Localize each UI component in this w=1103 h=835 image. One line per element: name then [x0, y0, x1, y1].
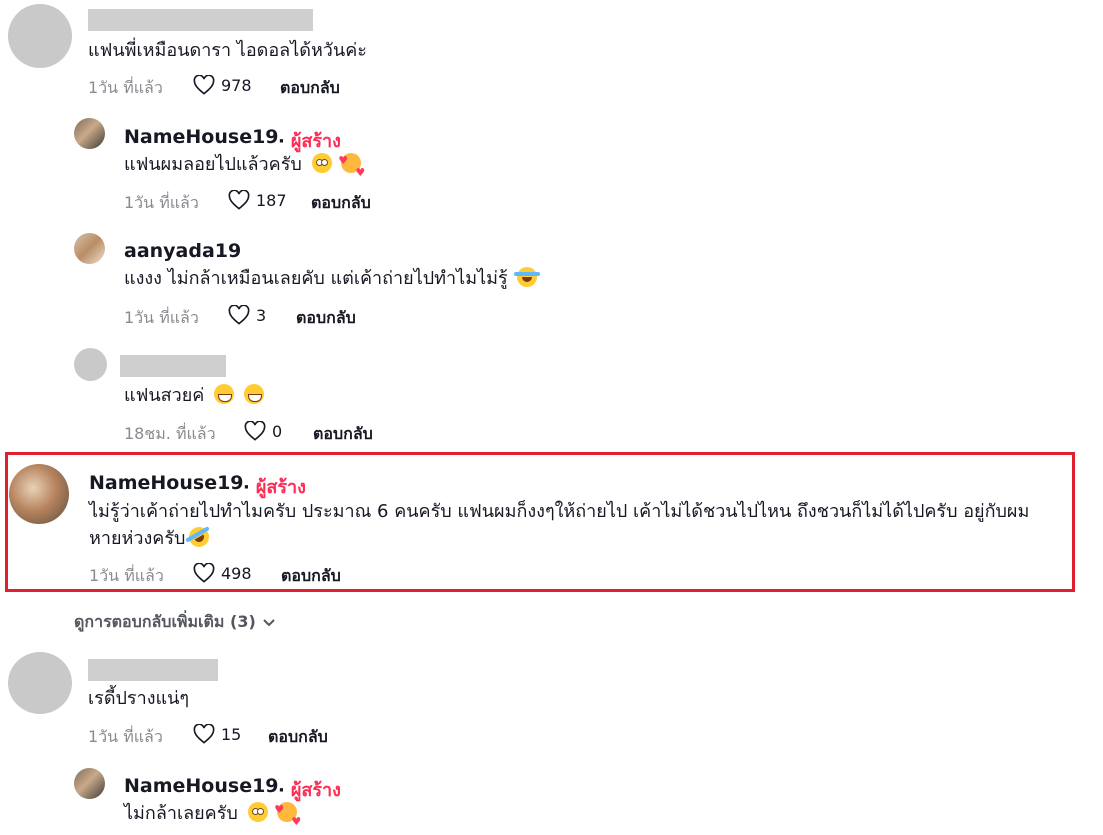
avatar[interactable]	[74, 118, 105, 149]
rolling-on-floor-laughing-emoji	[185, 523, 214, 551]
reply-button[interactable]: ตอบกลับ	[311, 191, 371, 216]
smiling-face-with-hearts-emoji	[338, 147, 365, 186]
like-button[interactable]: 187	[228, 190, 287, 210]
smiling-face-with-hearts-emoji	[274, 796, 301, 835]
heart-icon	[244, 421, 266, 441]
heart-icon	[193, 75, 215, 95]
like-count: 498	[221, 563, 252, 583]
heart-icon	[193, 563, 215, 583]
comment-time: 1วัน ที่แล้ว	[88, 727, 163, 746]
like-button[interactable]: 15	[193, 724, 241, 744]
redacted-username	[120, 355, 226, 377]
flushed-face-emoji	[247, 802, 268, 822]
like-count: 187	[256, 190, 287, 210]
username[interactable]: aanyada19	[124, 240, 241, 262]
avatar[interactable]	[8, 4, 72, 68]
face-with-tears-of-joy-emoji	[514, 267, 541, 287]
username[interactable]: NameHouse19	[89, 472, 244, 494]
username[interactable]: NameHouse19	[124, 126, 279, 148]
username[interactable]: NameHouse19	[124, 775, 279, 797]
like-button[interactable]: 3	[228, 305, 266, 325]
comment-time: 1วัน ที่แล้ว	[124, 193, 199, 212]
like-count: 0	[272, 421, 283, 441]
comment-time: 1วัน ที่แล้ว	[88, 78, 163, 97]
like-count: 978	[221, 75, 252, 95]
grinning-face-emoji	[214, 384, 235, 404]
heart-icon	[228, 305, 250, 325]
flushed-face-emoji	[311, 153, 332, 173]
like-count: 15	[221, 724, 242, 744]
avatar[interactable]	[74, 233, 105, 264]
avatar[interactable]	[9, 464, 69, 524]
grinning-face-emoji	[243, 384, 264, 404]
reply-button[interactable]: ตอบกลับ	[268, 725, 328, 750]
comment-text: ไม่รู้ว่าเค้าถ่ายไปทำไมครับ ประมาณ 6 คนค…	[89, 501, 1030, 551]
heart-icon	[193, 724, 215, 744]
chevron-down-icon	[263, 618, 275, 626]
comment-text: แฟนพี่เหมือนดารา ไอดอลได้หวันค่ะ	[88, 40, 367, 61]
like-button[interactable]: 0	[244, 421, 282, 441]
comment-time: 1วัน ที่แล้ว	[89, 566, 164, 585]
like-button[interactable]: 498	[193, 563, 252, 583]
like-button[interactable]: 978	[193, 75, 252, 95]
comment-text: แงงง ไม่กล้าเหมือนเลยคับ แต่เค้าถ่ายไปทำ…	[124, 265, 541, 292]
like-count: 3	[256, 305, 267, 325]
avatar[interactable]	[74, 768, 105, 799]
comment-text: แฟนสวยค่	[124, 382, 264, 409]
heart-icon	[228, 190, 250, 210]
comment-text: ไม่กล้าเลยครับ	[124, 796, 301, 835]
view-more-replies-button[interactable]: ดูการตอบกลับเพิ่มเติม (3)	[74, 610, 276, 635]
reply-button[interactable]: ตอบกลับ	[281, 564, 341, 589]
redacted-username	[88, 9, 313, 31]
comment-text: แฟนผมลอยไปแล้วครับ	[124, 147, 365, 186]
creator-badge: · ผู้สร้าง	[243, 477, 306, 498]
avatar[interactable]	[8, 652, 72, 714]
comment-time: 18ชม. ที่แล้ว	[124, 424, 216, 443]
comment-text: เรดี้ปรางแน่ๆ	[88, 688, 190, 709]
comment-time: 1วัน ที่แล้ว	[124, 308, 199, 327]
avatar[interactable]	[74, 348, 107, 381]
reply-button[interactable]: ตอบกลับ	[280, 76, 340, 101]
reply-button[interactable]: ตอบกลับ	[296, 306, 356, 331]
reply-button[interactable]: ตอบกลับ	[313, 422, 373, 447]
redacted-username	[88, 659, 218, 681]
